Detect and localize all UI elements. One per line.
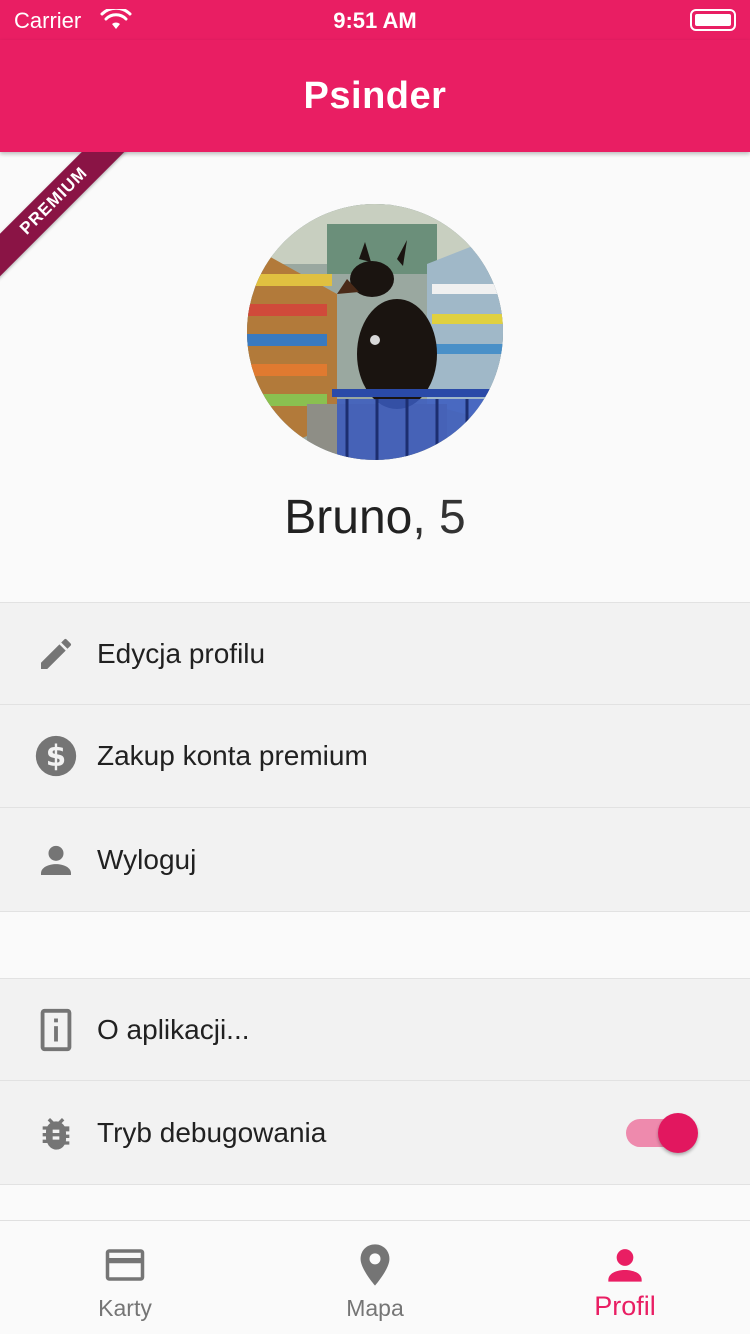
- profile-avatar: [247, 204, 503, 460]
- nav-item-mapa[interactable]: Mapa: [250, 1221, 500, 1334]
- profile-separator: ,: [412, 491, 426, 544]
- bug-icon: [34, 1111, 78, 1155]
- toggle-thumb: [658, 1112, 698, 1153]
- menu-item-label: Wyloguj: [97, 843, 197, 875]
- menu-item-label: Edycja profilu: [97, 637, 266, 669]
- app-menu: O aplikacji... Tryb debugowania: [0, 978, 750, 1185]
- menu-item-label: Zakup konta premium: [97, 740, 368, 771]
- card-icon: [103, 1243, 147, 1287]
- account-menu: Edycja profilu $ Zakup konta premium Wyl…: [0, 602, 750, 912]
- nav-label: Mapa: [346, 1295, 404, 1321]
- premium-ribbon: PREMIUM: [0, 152, 140, 292]
- debug-mode-toggle[interactable]: [626, 1112, 698, 1153]
- app-title: Psinder: [303, 74, 447, 117]
- profile-age: 5: [439, 491, 466, 544]
- premium-ribbon-label: PREMIUM: [0, 152, 136, 283]
- menu-item-label: O aplikacji...: [97, 1013, 250, 1045]
- menu-item-debug-mode[interactable]: Tryb debugowania: [0, 1081, 750, 1184]
- battery-icon: [690, 9, 736, 31]
- person-icon: [34, 838, 78, 882]
- nav-item-karty[interactable]: Karty: [0, 1221, 250, 1334]
- pencil-icon: [34, 632, 78, 676]
- menu-item-edit-profile[interactable]: Edycja profilu: [0, 603, 750, 705]
- status-time: 9:51 AM: [333, 8, 417, 33]
- menu-item-buy-premium[interactable]: $ Zakup konta premium: [0, 705, 750, 808]
- app-bar: Psinder: [0, 40, 750, 152]
- person-icon: [603, 1243, 647, 1287]
- menu-item-label: Tryb debugowania: [97, 1116, 327, 1148]
- dollar-circle-icon: $: [34, 734, 78, 778]
- svg-text:$: $: [46, 739, 66, 773]
- dog-photo: [247, 204, 503, 460]
- info-device-icon: [34, 1008, 78, 1052]
- nav-label: Karty: [98, 1295, 152, 1321]
- nav-item-profil[interactable]: Profil: [500, 1221, 750, 1334]
- menu-item-logout[interactable]: Wyloguj: [0, 808, 750, 911]
- menu-item-about[interactable]: O aplikacji...: [0, 979, 750, 1081]
- bottom-navigation: Karty Mapa Profil: [0, 1220, 750, 1334]
- profile-name-line: Bruno, 5: [0, 490, 750, 545]
- profile-name: Bruno: [284, 491, 413, 544]
- map-pin-icon: [353, 1243, 397, 1287]
- nav-label: Profil: [594, 1291, 656, 1321]
- status-bar: Carrier 9:51 AM: [0, 0, 750, 40]
